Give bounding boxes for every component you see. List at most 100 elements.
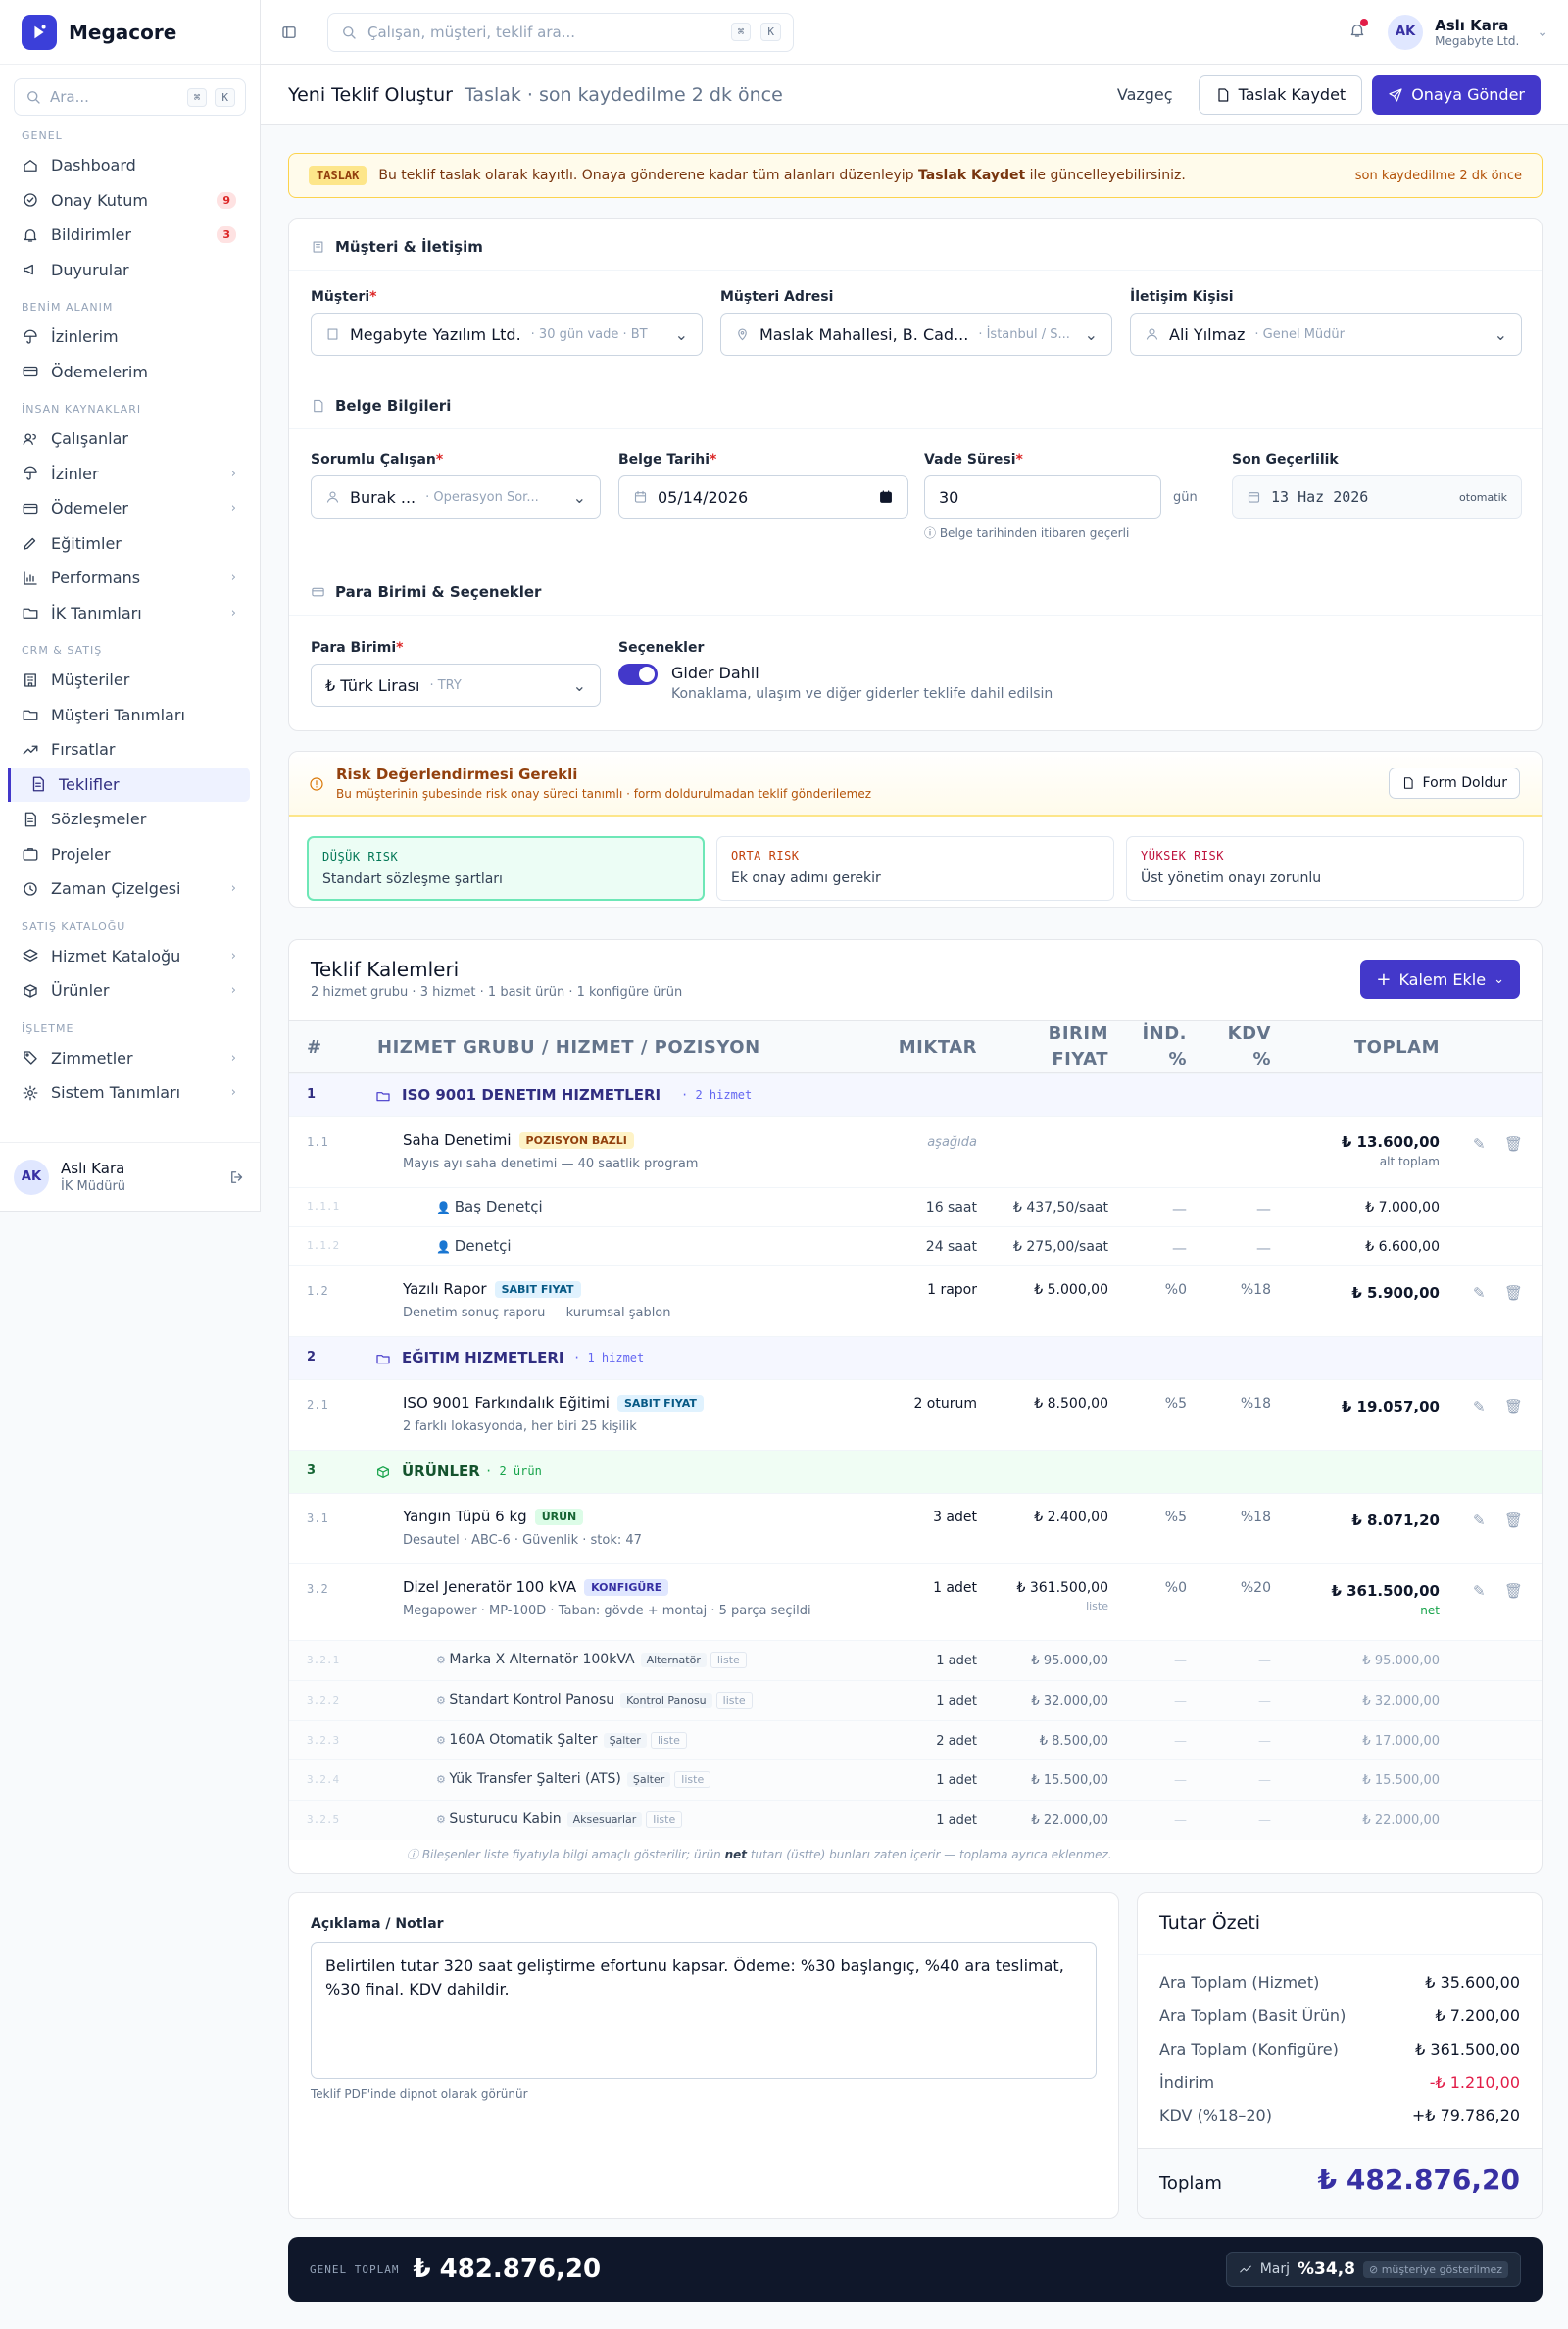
section-customer: Müşteri & İletişim <box>289 232 1542 262</box>
calendar-picker-icon[interactable] <box>878 488 894 506</box>
sidebar-item-offers[interactable]: Teklifler <box>8 767 250 802</box>
contact-value: Ali Yılmaz <box>1169 324 1246 344</box>
col-vat-a: KDV <box>1227 1023 1271 1044</box>
group-row[interactable]: 3 ÜRÜNLER · 2 ürün <box>289 1450 1542 1493</box>
term-input[interactable]: 30 <box>924 475 1161 519</box>
edit-icon[interactable]: ✎ <box>1473 1135 1486 1153</box>
owner-value: Burak ... <box>350 487 416 507</box>
sidebar-item-my-leaves[interactable]: İzinlerim <box>0 320 250 355</box>
row-qty: 2 oturum <box>913 1396 977 1412</box>
edit-icon[interactable]: ✎ <box>1473 1511 1486 1529</box>
col-disc-a: İND. <box>1142 1023 1187 1044</box>
logout-icon[interactable] <box>228 1168 246 1186</box>
add-item-button[interactable]: + Kalem Ekle ⌄ <box>1360 960 1520 999</box>
table-row[interactable]: 2.1 ISO 9001 Farkındalık Eğitimi SABIT FI… <box>289 1379 1542 1450</box>
risk-option-high[interactable]: YÜKSEK RISK Üst yönetim onayı zorunlu <box>1126 836 1524 901</box>
trash-icon[interactable]: 🗑 <box>1504 1284 1523 1302</box>
card-icon <box>23 503 38 514</box>
summary-row-products: Ara Toplam (Basit Ürün) ₺ 7.200,00 <box>1159 2007 1520 2025</box>
summary-row-vat: KDV (%18–20) +₺ 79.786,20 <box>1159 2106 1520 2125</box>
sidebar-item-inbox[interactable]: Onay Kutum 9 <box>0 183 250 219</box>
date-input[interactable]: 05/14/2026 <box>618 475 908 519</box>
risk-form-label: Form Doldur <box>1422 775 1507 791</box>
sidebar-item-products[interactable]: Ürünler › <box>0 973 250 1009</box>
summary-label: Ara Toplam (Konfigüre) <box>1159 2040 1339 2058</box>
sidebar-item-service-catalog[interactable]: Hizmet Kataloğu › <box>0 939 250 974</box>
sidebar-search[interactable]: Ara... ⌘ K <box>14 78 246 116</box>
group-row[interactable]: 1 ISO 9001 DENETIM HIZMETLERI · 2 hizmet <box>289 1073 1542 1116</box>
sidebar-item-performance[interactable]: Performans › <box>0 561 250 596</box>
sidebar-item-trainings[interactable]: Eğitimler <box>0 526 250 562</box>
brand-name: Megacore <box>69 20 177 44</box>
contact-select[interactable]: Ali Yılmaz · Genel Müdür ⌄ <box>1130 313 1522 356</box>
edit-icon[interactable]: ✎ <box>1473 1582 1486 1600</box>
sidebar-item-leaves[interactable]: İzinler › <box>0 457 250 492</box>
trash-icon[interactable]: 🗑 <box>1504 1398 1523 1415</box>
customer-select[interactable]: Megabyte Yazılım Ltd. · 30 gün vade · BT… <box>311 313 703 356</box>
trash-icon[interactable]: 🗑 <box>1504 1582 1523 1600</box>
sidebar-item-projects[interactable]: Projeler <box>0 837 250 872</box>
save-draft-button[interactable]: Taslak Kaydet <box>1198 74 1363 115</box>
trash-icon[interactable]: 🗑 <box>1504 1511 1523 1529</box>
sidebar-item-contracts[interactable]: Sözleşmeler <box>0 802 250 837</box>
sidebar-item-my-payments[interactable]: Ödemelerim <box>0 355 250 390</box>
sidebar-item-system-defs[interactable]: Sistem Tanımları › <box>0 1075 250 1111</box>
notifications-badge: 3 <box>217 226 236 244</box>
group-row[interactable]: 2 EĞITIM HIZMETLERI · 1 hizmet <box>289 1336 1542 1379</box>
row-disc: %5 <box>1164 1396 1187 1412</box>
col-total: TOPLAM <box>1353 1037 1440 1058</box>
notification-bell-button[interactable] <box>1348 18 1369 43</box>
submit-button[interactable]: Onaya Gönder <box>1372 74 1541 115</box>
sidebar-item-announcements[interactable]: Duyurular <box>0 253 250 288</box>
risk-form-button[interactable]: Form Doldur <box>1388 768 1520 799</box>
notes-textarea[interactable]: Belirtilen tutar 320 saat geliştirme efo… <box>311 1942 1097 2079</box>
sidebar-item-hr-defs[interactable]: İK Tanımları › <box>0 596 250 631</box>
sidebar-item-notifications[interactable]: Bildirimler 3 <box>0 218 250 253</box>
sidebar-item-assets[interactable]: Zimmetler › <box>0 1041 250 1076</box>
chevron-right-icon: › <box>230 948 236 964</box>
address-meta: · İstanbul / S... <box>978 326 1070 342</box>
summary-value: ₺ 35.600,00 <box>1425 1973 1520 1992</box>
col-disc-b: % <box>1168 1049 1187 1069</box>
sidebar-item-customer-defs[interactable]: Müşteri Tanımları <box>0 698 250 733</box>
sidebar-item-payments[interactable]: Ödemeler › <box>0 491 250 526</box>
currency-label: Para Birimi* <box>311 640 404 656</box>
sidebar-item-timesheet[interactable]: Zaman Çizelgesi › <box>0 871 250 907</box>
cancel-button[interactable]: Vazgeç <box>1102 75 1189 115</box>
row-disc: %0 <box>1164 1580 1187 1596</box>
row-total: ₺ 22.000,00 <box>1362 1813 1440 1829</box>
row-price: ₺ 32.000,00 <box>1031 1693 1108 1709</box>
table-row[interactable]: 3.1 Yangın Tüpü 6 kg ÜRÜN Desautel · ABC-… <box>289 1493 1542 1563</box>
sidebar-item-dashboard[interactable]: Dashboard <box>0 148 250 183</box>
edit-icon[interactable]: ✎ <box>1473 1284 1486 1302</box>
row-price: ₺ 8.500,00 <box>1039 1733 1108 1749</box>
chevron-right-icon: › <box>230 881 236 897</box>
owner-select[interactable]: Burak ... · Operasyon Sor... ⌄ <box>311 475 601 519</box>
risk-option-low[interactable]: DÜŞÜK RISK Standart sözleşme şartları <box>307 836 705 901</box>
sidebar-user[interactable]: AK Aslı Kara İK Müdürü <box>0 1142 260 1211</box>
table-row[interactable]: 3.2 Dizel Jeneratör 100 kVA KONFIGÜRE Meg… <box>289 1563 1542 1640</box>
risk-option-mid[interactable]: ORTA RISK Ek onay adımı gerekir <box>716 836 1114 901</box>
currency-select[interactable]: ₺ Türk Lirası · TRY ⌄ <box>311 664 601 707</box>
sidebar-item-customers[interactable]: Müşteriler <box>0 663 250 698</box>
brand[interactable]: Megacore <box>0 0 260 65</box>
component-list: 3.2.1 ⚙ Marka X Alternatör 100kVA Alternat… <box>289 1640 1542 1840</box>
sidebar-item-employees[interactable]: Çalışanlar <box>0 421 250 457</box>
sidebar-toggle-icon[interactable] <box>280 24 298 41</box>
address-select[interactable]: Maslak Mahallesi, B. Cad... · İstanbul /… <box>720 313 1112 356</box>
trash-icon[interactable]: 🗑 <box>1504 1135 1523 1153</box>
page-title: Yeni Teklif Oluştur <box>288 83 453 106</box>
edit-icon[interactable]: ✎ <box>1473 1398 1486 1415</box>
table-row[interactable]: 1.1 Saha Denetimi POZISYON BAZLI Mayıs ay… <box>289 1116 1542 1187</box>
row-name: ⚙ Standart Kontrol Panosu Kontrol Panosu l… <box>436 1691 753 1709</box>
sidebar-item-opportunities[interactable]: Fırsatlar <box>0 732 250 768</box>
global-search-input[interactable]: Çalışan, müşteri, teklif ara... ⌘ K <box>327 12 794 52</box>
summary-label: Ara Toplam (Basit Ürün) <box>1159 2007 1347 2025</box>
expenses-toggle[interactable] <box>618 664 658 685</box>
col-price-a: BIRIM <box>1048 1023 1108 1044</box>
user-menu[interactable]: AK Aslı Kara Megabyte Ltd. ⌄ <box>1388 14 1548 50</box>
margin-box: Marj %34,8 ⊘ müşteriye gösterilmez <box>1225 2252 1521 2287</box>
global-search-placeholder: Çalışan, müşteri, teklif ara... <box>368 23 575 41</box>
component-row: 3.2.5 ⚙ Susturucu Kabin Aksesuarlar liste 1 … <box>289 1800 1542 1840</box>
table-row[interactable]: 1.2 Yazılı Rapor SABIT FIYAT Denetim sonu… <box>289 1265 1542 1336</box>
